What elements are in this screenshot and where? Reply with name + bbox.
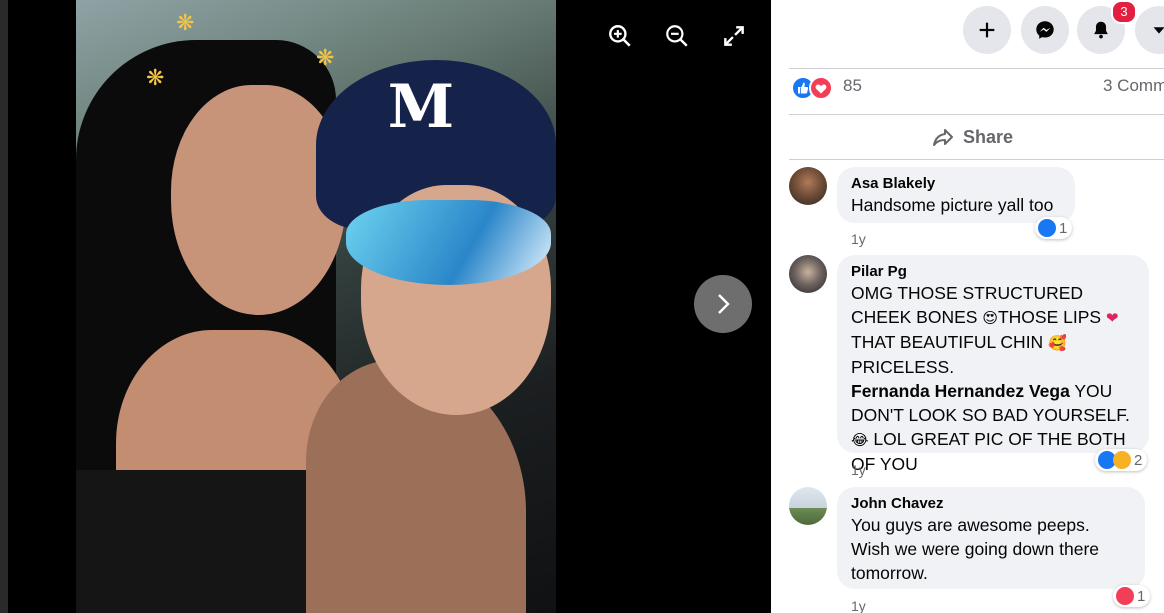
photo-viewer: M ❋ ❋ ❋ — [0, 0, 771, 613]
avatar[interactable] — [789, 255, 827, 293]
zoom-in-button[interactable] — [602, 18, 638, 54]
smiling-hearts-emoji: 🥰 — [1048, 334, 1067, 352]
comment-text: Handsome picture yall too — [851, 195, 1054, 215]
zoom-in-icon — [609, 25, 631, 47]
share-button[interactable]: Share — [931, 122, 1013, 152]
comment-reaction-count: 1 — [1059, 219, 1068, 237]
avatar[interactable] — [789, 487, 827, 525]
share-label: Share — [963, 126, 1014, 147]
haha-reaction-icon — [1113, 451, 1131, 469]
bell-icon — [1094, 21, 1108, 39]
messenger-icon — [1036, 21, 1054, 39]
zoom-out-button[interactable] — [659, 18, 695, 54]
butterfly-sticker: ❋ — [146, 65, 165, 90]
comment-reaction-count: 1 — [1137, 587, 1146, 605]
commenter-name[interactable]: John Chavez — [851, 495, 1131, 513]
comment-reaction-count: 2 — [1134, 451, 1143, 469]
comments-count-link[interactable]: 3 Comments — [1103, 76, 1164, 96]
comment-item: John Chavez You guys are awesome peeps. … — [789, 487, 1164, 613]
comment-text: You guys are awesome peeps. Wish we were… — [851, 515, 1100, 583]
comment-bubble: Asa Blakely Handsome picture yall too — [837, 167, 1075, 223]
divider — [789, 159, 1164, 160]
caret-down-icon — [1153, 27, 1164, 34]
comment-reactions[interactable]: 2 — [1095, 449, 1148, 471]
laughing-emoji: 😂 — [851, 431, 869, 449]
comment-reactions[interactable]: 1 — [1035, 217, 1073, 239]
reaction-count[interactable]: 85 — [843, 76, 862, 96]
notification-badge: 3 — [1111, 0, 1137, 24]
comment-bubble: John Chavez You guys are awesome peeps. … — [837, 487, 1145, 589]
divider — [789, 68, 1164, 69]
chevron-right-icon — [718, 294, 730, 314]
comment-bubble: Pilar Pg OMG THOSE STRUCTURED CHEEK BONE… — [837, 255, 1149, 474]
like-reaction-icon — [1038, 219, 1056, 237]
love-reaction-icon — [809, 76, 833, 100]
create-button[interactable] — [963, 6, 1011, 54]
comment-timestamp[interactable]: 1y — [851, 462, 866, 478]
butterfly-sticker: ❋ — [176, 10, 195, 35]
comment-item: Pilar Pg OMG THOSE STRUCTURED CHEEK BONE… — [789, 255, 1164, 480]
heart-eyes-emoji: 😍 — [982, 309, 998, 327]
photo[interactable]: M ❋ ❋ ❋ — [76, 0, 556, 613]
comment-reactions[interactable]: 1 — [1113, 585, 1151, 607]
plus-icon — [979, 22, 995, 38]
reactions-summary[interactable]: 85 3 Comments — [791, 72, 1164, 100]
fullscreen-icon — [724, 26, 744, 46]
fullscreen-button[interactable] — [716, 18, 752, 54]
love-reaction-icon — [1116, 587, 1134, 605]
post-side-panel: 3 85 3 Comments Share Asa Blakely Handso… — [771, 0, 1164, 613]
viewer-left-edge — [0, 0, 8, 613]
butterfly-sticker: ❋ — [316, 45, 335, 70]
share-icon — [933, 129, 953, 146]
commenter-name[interactable]: Pilar Pg — [851, 263, 1135, 281]
cap-logo: M — [387, 72, 455, 142]
divider — [789, 114, 1164, 115]
red-heart-emoji: ❤ — [1105, 309, 1119, 327]
avatar[interactable] — [789, 167, 827, 205]
commenter-name[interactable]: Asa Blakely — [851, 175, 1061, 193]
comment-text: OMG THOSE STRUCTURED CHEEK BONES 😍THOSE … — [851, 283, 1130, 474]
comment-timestamp[interactable]: 1y — [851, 231, 866, 247]
zoom-out-icon — [666, 25, 688, 47]
messenger-button[interactable] — [1021, 6, 1069, 54]
mention-link[interactable]: Fernanda Hernandez Vega — [851, 381, 1070, 401]
next-photo-button[interactable] — [694, 275, 752, 333]
account-menu-button[interactable] — [1135, 6, 1164, 54]
comment-item: Asa Blakely Handsome picture yall too 1 … — [789, 167, 1164, 247]
comment-timestamp[interactable]: 1y — [851, 598, 866, 613]
